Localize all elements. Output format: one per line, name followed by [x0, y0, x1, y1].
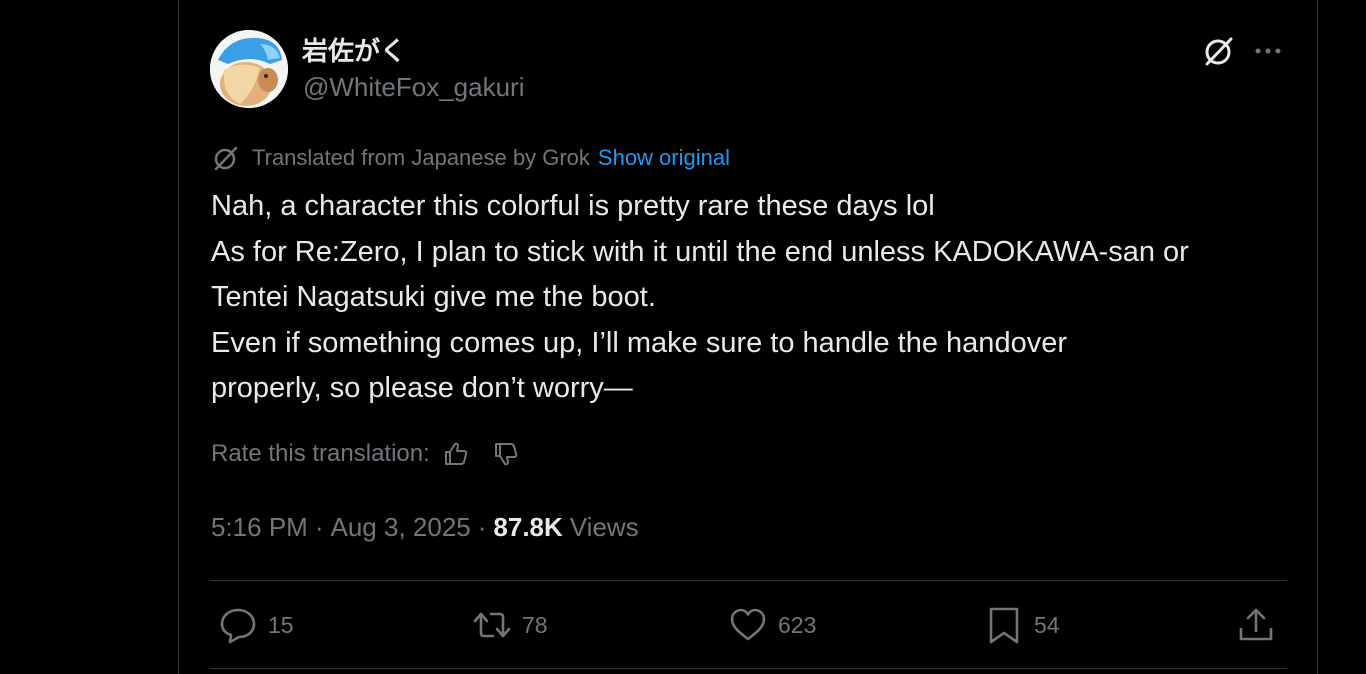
tweet-text-line: Even if something comes up, I’ll make su… [211, 326, 1067, 359]
reply-icon [220, 608, 256, 644]
more-button[interactable] [1250, 34, 1286, 68]
reply-button[interactable]: 15 [218, 604, 294, 646]
translation-note-text: Translated from Japanese by Grok [252, 145, 590, 170]
tweet-text-line: Nah, a character this colorful is pretty… [211, 190, 935, 222]
grok-icon[interactable] [1202, 34, 1236, 68]
grok-icon [214, 146, 238, 171]
like-count: 623 [778, 611, 817, 638]
avatar[interactable] [210, 30, 288, 108]
tweet-meta: 5:16 PM · Aug 3, 2025 · 87.8K Views [211, 510, 639, 544]
views-count[interactable]: 87.8K [493, 512, 562, 543]
bookmark-icon [989, 607, 1019, 644]
show-original-link[interactable]: Show original [598, 145, 730, 171]
tweet-date[interactable]: Aug 3, 2025 [331, 512, 471, 543]
like-button[interactable]: 623 [728, 604, 816, 646]
more-icon [1255, 48, 1281, 54]
rate-translation-label: Rate this translation: [211, 440, 430, 467]
thumbs-up-icon[interactable] [442, 440, 470, 468]
author-handle[interactable]: @WhiteFox_gakuri [303, 72, 524, 103]
share-button[interactable] [1236, 604, 1276, 646]
repost-icon [473, 612, 511, 638]
thumbs-down-icon[interactable] [492, 440, 520, 468]
translation-note: Translated from Japanese by Grok Show or… [212, 143, 730, 173]
share-icon [1239, 608, 1273, 641]
repost-button[interactable]: 78 [472, 604, 548, 646]
tweet-text: Nah, a character this colorful is pretty… [211, 184, 1301, 412]
repost-count: 78 [522, 611, 548, 638]
tweet-text-line: Tentei Nagatsuki give me the boot. [211, 281, 656, 313]
meta-separator: · [314, 511, 324, 542]
avatar-image [210, 30, 288, 108]
divider [210, 580, 1287, 581]
rate-translation: Rate this translation: [211, 438, 520, 470]
bookmark-button[interactable]: 54 [984, 604, 1060, 646]
tweet-text-line: As for Re:Zero, I plan to stick with it … [211, 235, 1189, 268]
divider [210, 668, 1287, 669]
tweet-time[interactable]: 5:16 PM [211, 512, 308, 543]
author-name[interactable]: 岩佐がく [302, 31, 406, 68]
heart-icon [730, 608, 766, 641]
meta-separator: · [477, 511, 487, 542]
bookmark-count: 54 [1034, 611, 1060, 638]
views-label: Views [569, 511, 639, 542]
reply-count: 15 [268, 611, 294, 638]
tweet-text-line: properly, so please don’t worry— [211, 372, 633, 404]
